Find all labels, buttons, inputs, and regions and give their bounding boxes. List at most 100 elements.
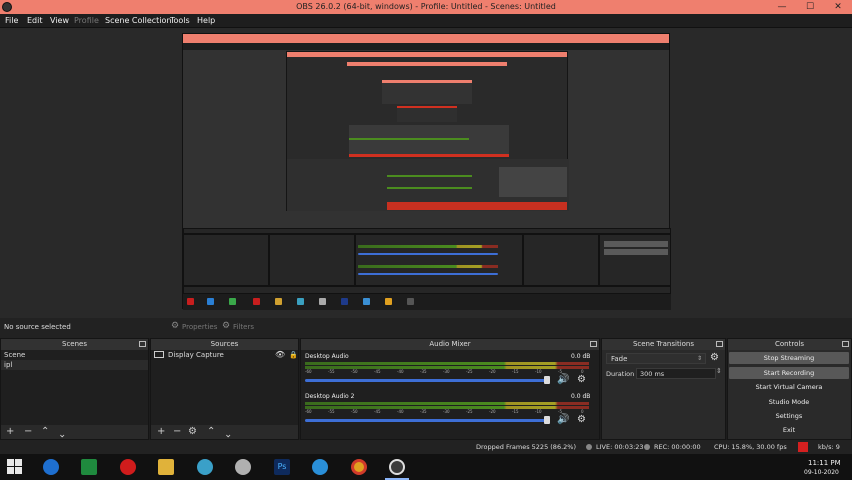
speaker-icon[interactable]: 🔊 bbox=[557, 415, 569, 425]
float-icon[interactable] bbox=[716, 341, 723, 347]
menu-edit[interactable]: Edit bbox=[27, 16, 43, 25]
gear-icon[interactable]: ⚙ bbox=[710, 353, 719, 363]
meter-tick-label: -50 bbox=[351, 409, 358, 414]
settings-button[interactable]: Settings bbox=[729, 410, 849, 422]
move-up-icon[interactable]: ⌃ bbox=[41, 426, 49, 438]
speaker-icon[interactable]: 🔊 bbox=[557, 375, 569, 385]
dropped-frames: Dropped Frames 5225 (86.2%) bbox=[476, 443, 576, 451]
duration-label: Duration bbox=[606, 370, 635, 378]
minimize-button[interactable]: — bbox=[768, 0, 796, 14]
channel-name: Desktop Audio bbox=[305, 353, 349, 360]
channel-db: 0.0 dB bbox=[571, 393, 591, 400]
volume-slider-handle[interactable] bbox=[544, 376, 550, 384]
rec-time: REC: 00:00:00 bbox=[654, 443, 701, 451]
meter-ticks: -60 -55 -50 -45 -40 -35 -30 -25 -20 -15 -10 -5 0 bbox=[305, 409, 589, 415]
lock-icon[interactable]: 🔒 bbox=[289, 350, 298, 360]
scenes-toolbar: + − ⌃ ⌃ bbox=[1, 425, 148, 439]
nested-preview bbox=[286, 51, 569, 211]
duration-spinner-icon[interactable]: ⇕ bbox=[716, 367, 722, 375]
volume-slider[interactable] bbox=[305, 419, 547, 422]
source-properties-icon[interactable]: ⚙ bbox=[188, 426, 197, 438]
sources-dock: Sources Display Capture 👁 🔒 + − ⚙ ⌃ ⌃ bbox=[150, 338, 299, 440]
move-up-icon[interactable]: ⌃ bbox=[207, 426, 215, 438]
gear-icon[interactable]: ⚙ bbox=[577, 415, 586, 425]
meter-tick-label: -60 bbox=[305, 409, 312, 414]
meter-tick-label: -35 bbox=[420, 409, 427, 414]
source-item[interactable]: Display Capture 👁 🔒 bbox=[151, 350, 298, 360]
opera-icon[interactable] bbox=[120, 459, 136, 475]
edge-icon[interactable] bbox=[312, 459, 328, 475]
float-icon[interactable] bbox=[842, 341, 849, 347]
meter-tick-label: -25 bbox=[466, 369, 473, 374]
studio-mode-button[interactable]: Studio Mode bbox=[729, 396, 849, 408]
meter-tick-label: -60 bbox=[305, 369, 312, 374]
move-down-icon[interactable]: ⌃ bbox=[224, 426, 232, 438]
scene-item[interactable]: ipl bbox=[1, 360, 148, 370]
remove-scene-button[interactable]: − bbox=[24, 426, 32, 438]
windows-start-icon[interactable] bbox=[7, 459, 23, 475]
cpu-fps: CPU: 15.8%, 30.00 fps bbox=[714, 443, 787, 451]
scene-transitions-dock: Scene Transitions Fade ⇕ ⚙ Duration 300 … bbox=[601, 338, 726, 440]
photoshop-icon[interactable]: Ps bbox=[274, 459, 290, 475]
transition-select[interactable]: Fade ⇕ bbox=[606, 353, 706, 364]
properties-button[interactable]: Properties bbox=[182, 323, 217, 331]
close-button[interactable]: ✕ bbox=[824, 0, 852, 14]
gear-icon: ⚙ bbox=[171, 321, 180, 331]
monitor-icon bbox=[154, 351, 164, 358]
preview-canvas[interactable] bbox=[182, 33, 671, 310]
channel-db: 0.0 dB bbox=[571, 353, 591, 360]
volume-slider-handle[interactable] bbox=[544, 416, 550, 424]
source-item-label: Display Capture bbox=[168, 351, 224, 359]
meter-tick-label: -55 bbox=[328, 409, 335, 414]
menu-view[interactable]: View bbox=[50, 16, 69, 25]
taskbar-time: 11:11 PM bbox=[808, 459, 841, 467]
add-source-button[interactable]: + bbox=[157, 426, 165, 438]
scene-transitions-title: Scene Transitions bbox=[602, 339, 725, 350]
eye-icon[interactable]: 👁 bbox=[275, 350, 285, 360]
audio-mixer-title-label: Audio Mixer bbox=[429, 340, 471, 348]
audio-mixer-dock: Audio Mixer Desktop Audio 0.0 dB -60 -55 -… bbox=[300, 338, 600, 440]
start-recording-button[interactable]: Start Recording bbox=[729, 367, 849, 379]
menu-help[interactable]: Help bbox=[197, 16, 215, 25]
start-virtual-camera-button[interactable]: Start Virtual Camera bbox=[729, 381, 849, 393]
status-bar: Dropped Frames 5225 (86.2%) LIVE: 00:03:… bbox=[0, 440, 852, 454]
float-icon[interactable] bbox=[590, 341, 597, 347]
obs-icon[interactable] bbox=[389, 459, 405, 475]
transition-select-value: Fade bbox=[611, 355, 628, 363]
meter-tick-label: -20 bbox=[489, 369, 496, 374]
maximize-button[interactable]: ☐ bbox=[796, 0, 824, 14]
paint-icon[interactable] bbox=[235, 459, 251, 475]
internet-explorer-icon[interactable] bbox=[43, 459, 59, 475]
menu-profile[interactable]: Profile bbox=[74, 16, 99, 25]
scene-item[interactable]: Scene bbox=[1, 350, 148, 360]
menu-file[interactable]: File bbox=[5, 16, 18, 25]
meter-tick-label: -25 bbox=[466, 409, 473, 414]
chrome-icon[interactable] bbox=[351, 459, 367, 475]
add-scene-button[interactable]: + bbox=[6, 426, 14, 438]
sources-list: Display Capture 👁 🔒 bbox=[151, 350, 298, 425]
messenger-icon[interactable] bbox=[197, 459, 213, 475]
scenes-dock-title: Scenes bbox=[1, 339, 148, 350]
scenes-dock: Scenes Scene ipl + − ⌃ ⌃ bbox=[0, 338, 149, 440]
volume-slider[interactable] bbox=[305, 379, 547, 382]
file-explorer-icon[interactable] bbox=[158, 459, 174, 475]
preview-mini-scenes bbox=[183, 234, 269, 286]
meter-tick-label: -10 bbox=[535, 369, 542, 374]
preview-mini-menubar bbox=[183, 43, 669, 50]
audio-mixer-title: Audio Mixer bbox=[301, 339, 599, 350]
gear-icon[interactable]: ⚙ bbox=[577, 375, 586, 385]
source-status-text: No source selected bbox=[4, 323, 71, 331]
stop-streaming-button[interactable]: Stop Streaming bbox=[729, 352, 849, 364]
meter-tick-label: -30 bbox=[443, 369, 450, 374]
preview-mini-mixer bbox=[355, 234, 523, 286]
menu-scene-collection[interactable]: Scene Collection bbox=[105, 16, 172, 25]
scene-transitions-title-label: Scene Transitions bbox=[632, 340, 695, 348]
duration-input[interactable]: 300 ms bbox=[636, 368, 716, 379]
menu-tools[interactable]: Tools bbox=[170, 16, 190, 25]
float-icon[interactable] bbox=[139, 341, 146, 347]
excel-icon[interactable] bbox=[81, 459, 97, 475]
remove-source-button[interactable]: − bbox=[173, 426, 181, 438]
exit-button[interactable]: Exit bbox=[729, 424, 849, 436]
move-down-icon[interactable]: ⌃ bbox=[58, 426, 66, 438]
filters-button[interactable]: Filters bbox=[233, 323, 254, 331]
